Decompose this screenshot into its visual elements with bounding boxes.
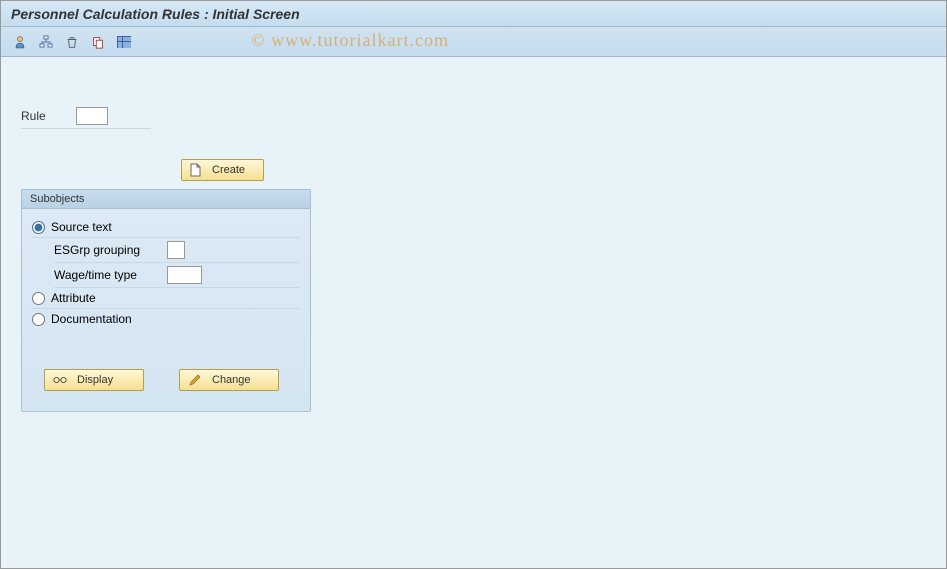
display-button[interactable]: Display xyxy=(44,369,144,391)
esgrp-input[interactable] xyxy=(167,241,185,259)
new-document-icon xyxy=(188,163,202,177)
overview-icon-button[interactable] xyxy=(9,32,31,52)
grid-layout-icon xyxy=(116,35,132,49)
radio-row-attribute[interactable]: Attribute xyxy=(32,288,300,309)
watermark-text: © www.tutorialkart.com xyxy=(251,30,449,51)
rule-field-row: Rule xyxy=(21,107,151,129)
source-text-radio[interactable] xyxy=(32,221,45,234)
pencil-icon xyxy=(188,373,202,387)
wagetime-row: Wage/time type xyxy=(54,263,300,288)
hierarchy-icon-button[interactable] xyxy=(35,32,57,52)
title-bar: Personnel Calculation Rules : Initial Sc… xyxy=(1,1,946,27)
change-button[interactable]: Change xyxy=(179,369,279,391)
create-section: Create xyxy=(181,159,926,181)
create-button-label: Create xyxy=(212,164,245,176)
copy-icon-button[interactable] xyxy=(87,32,109,52)
trash-icon xyxy=(65,35,79,49)
page-title: Personnel Calculation Rules : Initial Sc… xyxy=(11,6,300,22)
documentation-label: Documentation xyxy=(51,312,132,326)
attribute-radio[interactable] xyxy=(32,292,45,305)
rule-input[interactable] xyxy=(76,107,108,125)
subobjects-heading: Subobjects xyxy=(22,190,310,209)
wagetime-label: Wage/time type xyxy=(54,268,159,282)
glasses-icon xyxy=(53,373,67,387)
wagetime-input[interactable] xyxy=(167,266,202,284)
layout-icon-button[interactable] xyxy=(113,32,135,52)
action-button-row: Display Change xyxy=(32,369,300,391)
main-content: Rule Create Subobjects Source text ESGrp… xyxy=(1,57,946,568)
source-text-label: Source text xyxy=(51,220,112,234)
display-button-label: Display xyxy=(77,374,113,386)
rule-label: Rule xyxy=(21,109,46,123)
esgrp-label: ESGrp grouping xyxy=(54,243,159,257)
delete-icon-button[interactable] xyxy=(61,32,83,52)
person-icon xyxy=(12,34,28,50)
radio-row-documentation[interactable]: Documentation xyxy=(32,309,300,329)
change-button-label: Change xyxy=(212,374,251,386)
copy-icon xyxy=(91,35,105,49)
hierarchy-icon xyxy=(38,34,54,50)
documentation-radio[interactable] xyxy=(32,313,45,326)
toolbar: © www.tutorialkart.com xyxy=(1,27,946,57)
create-button[interactable]: Create xyxy=(181,159,264,181)
subobjects-body: Source text ESGrp grouping Wage/time typ… xyxy=(22,209,310,411)
subobjects-panel: Subobjects Source text ESGrp grouping Wa… xyxy=(21,189,311,412)
radio-row-source-text[interactable]: Source text xyxy=(32,217,300,238)
esgrp-row: ESGrp grouping xyxy=(54,238,300,263)
attribute-label: Attribute xyxy=(51,291,96,305)
